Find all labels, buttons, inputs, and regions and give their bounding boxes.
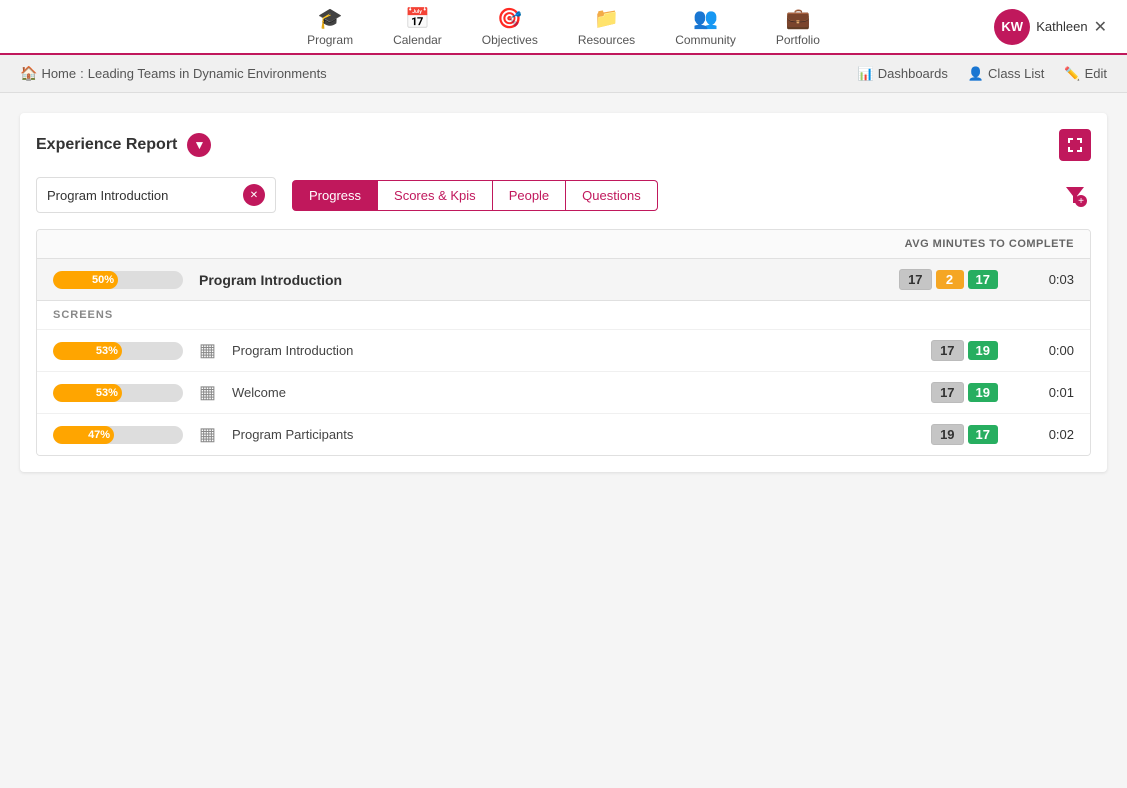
screen-2-progress-label: 47% [88,429,110,441]
breadcrumb-edit[interactable]: ✏️ Edit [1064,66,1107,82]
report-title: Experience Report [36,136,177,154]
filter-add-button[interactable]: + [1059,179,1091,211]
screens-header: SCREENS [37,301,1090,330]
screen-2-badges: 19 17 [931,424,998,445]
nav-label-portfolio: Portfolio [776,33,820,47]
top-navigation: 🎓 Program 📅 Calendar 🎯 Objectives 📁 Reso… [0,0,1127,55]
module-badge-green: 17 [968,270,998,289]
community-icon: 👥 [693,6,718,31]
portfolio-icon: 💼 [785,6,810,31]
nav-item-portfolio[interactable]: 💼 Portfolio [776,6,820,47]
screen-row: 47% ▦ Program Participants 19 17 0:02 [37,414,1090,455]
module-time: 0:03 [1014,272,1074,287]
screen-1-badge-green: 19 [968,383,998,402]
filter-dropdown-label: Program Introduction [47,188,168,203]
screen-0-icon: ▦ [199,340,216,361]
username: Kathleen [1036,19,1087,34]
nav-item-objectives[interactable]: 🎯 Objectives [482,6,538,47]
breadcrumb-bar: 🏠 Home : Leading Teams in Dynamic Enviro… [0,55,1127,93]
report-title-row: Experience Report ▼ [36,133,211,157]
screen-0-badge-green: 19 [968,341,998,360]
report-expand-button[interactable] [1059,129,1091,161]
screen-2-icon: ▦ [199,424,216,445]
filter-dropdown[interactable]: Program Introduction ✕ [36,177,276,213]
screens-section: SCREENS 53% ▦ Program Introduction 17 19… [37,301,1090,455]
filter-row: Program Introduction ✕ Progress Scores &… [36,177,1091,213]
module-row: 50% Program Introduction 17 2 17 0:03 [37,259,1090,301]
breadcrumb-class-list[interactable]: 👤 Class List [968,66,1045,82]
filter-clear-button[interactable]: ✕ [243,184,265,206]
screen-2-progress-fill: 47% [53,426,114,444]
resources-icon: 📁 [594,6,619,31]
nav-item-calendar[interactable]: 📅 Calendar [393,6,442,47]
report-card: Experience Report ▼ Program Introduction… [20,113,1107,472]
screen-0-progress-label: 53% [96,345,118,357]
filter-plus-icon: + [1075,195,1087,207]
breadcrumb-home[interactable]: Home [41,66,76,81]
screen-1-progress-fill: 53% [53,384,122,402]
nav-item-resources[interactable]: 📁 Resources [578,6,635,47]
class-list-icon: 👤 [968,66,984,82]
screen-row: 53% ▦ Welcome 17 19 0:01 [37,372,1090,414]
nav-item-program[interactable]: 🎓 Program [307,6,353,47]
breadcrumb-actions: 📊 Dashboards 👤 Class List ✏️ Edit [858,66,1107,82]
data-area: AVG MINUTES TO COMPLETE 50% Program Intr… [36,229,1091,456]
breadcrumb-path: Leading Teams in Dynamic Environments [88,66,327,81]
edit-icon: ✏️ [1064,66,1080,82]
screen-1-time: 0:01 [1014,385,1074,400]
screen-2-time: 0:02 [1014,427,1074,442]
tab-people[interactable]: People [493,180,566,211]
breadcrumb-separator: : [80,66,84,81]
screen-2-badge-green: 17 [968,425,998,444]
module-badges: 17 2 17 [899,269,998,290]
nav-label-resources: Resources [578,33,635,47]
breadcrumb: 🏠 Home : Leading Teams in Dynamic Enviro… [20,65,327,82]
screen-0-badges: 17 19 [931,340,998,361]
avatar: KW [994,9,1030,45]
main-content: Experience Report ▼ Program Introduction… [0,93,1127,492]
nav-label-program: Program [307,33,353,47]
nav-label-calendar: Calendar [393,33,442,47]
tab-questions[interactable]: Questions [566,180,658,211]
nav-items: 🎓 Program 📅 Calendar 🎯 Objectives 📁 Reso… [307,6,820,47]
screen-0-time: 0:00 [1014,343,1074,358]
screen-1-progress-label: 53% [96,387,118,399]
nav-label-community: Community [675,33,736,47]
screen-2-badge-gray: 19 [931,424,963,445]
tab-scores[interactable]: Scores & Kpis [378,180,493,211]
screen-row: 53% ▦ Program Introduction 17 19 0:00 [37,330,1090,372]
screen-2-progress-bar: 47% [53,426,183,444]
screen-1-progress-bar: 53% [53,384,183,402]
screen-0-badge-gray: 17 [931,340,963,361]
module-progress-bar: 50% [53,271,183,289]
module-name: Program Introduction [199,272,883,288]
screen-2-name: Program Participants [232,427,915,442]
nav-label-objectives: Objectives [482,33,538,47]
nav-item-community[interactable]: 👥 Community [675,6,736,47]
calendar-icon: 📅 [405,6,430,31]
dashboards-icon: 📊 [858,66,874,82]
screen-1-icon: ▦ [199,382,216,403]
breadcrumb-dashboards[interactable]: 📊 Dashboards [858,66,948,82]
tab-group: Progress Scores & Kpis People Questions [292,180,1043,211]
module-progress-label: 50% [92,274,114,286]
module-badge-orange: 2 [936,270,964,289]
screen-1-badges: 17 19 [931,382,998,403]
tab-progress[interactable]: Progress [292,180,378,211]
report-header: Experience Report ▼ [36,129,1091,161]
screen-1-badge-gray: 17 [931,382,963,403]
user-menu[interactable]: KW Kathleen ✕ [994,9,1107,45]
screen-0-progress-fill: 53% [53,342,122,360]
objectives-icon: 🎯 [497,6,522,31]
report-collapse-button[interactable]: ▼ [187,133,211,157]
module-badge-gray: 17 [899,269,931,290]
screen-1-name: Welcome [232,385,915,400]
screen-0-progress-bar: 53% [53,342,183,360]
data-col-header: AVG MINUTES TO COMPLETE [37,230,1090,259]
user-close-icon[interactable]: ✕ [1094,17,1107,37]
module-progress-fill: 50% [53,271,118,289]
home-icon: 🏠 [20,65,37,82]
program-icon: 🎓 [318,6,343,31]
screen-0-name: Program Introduction [232,343,915,358]
